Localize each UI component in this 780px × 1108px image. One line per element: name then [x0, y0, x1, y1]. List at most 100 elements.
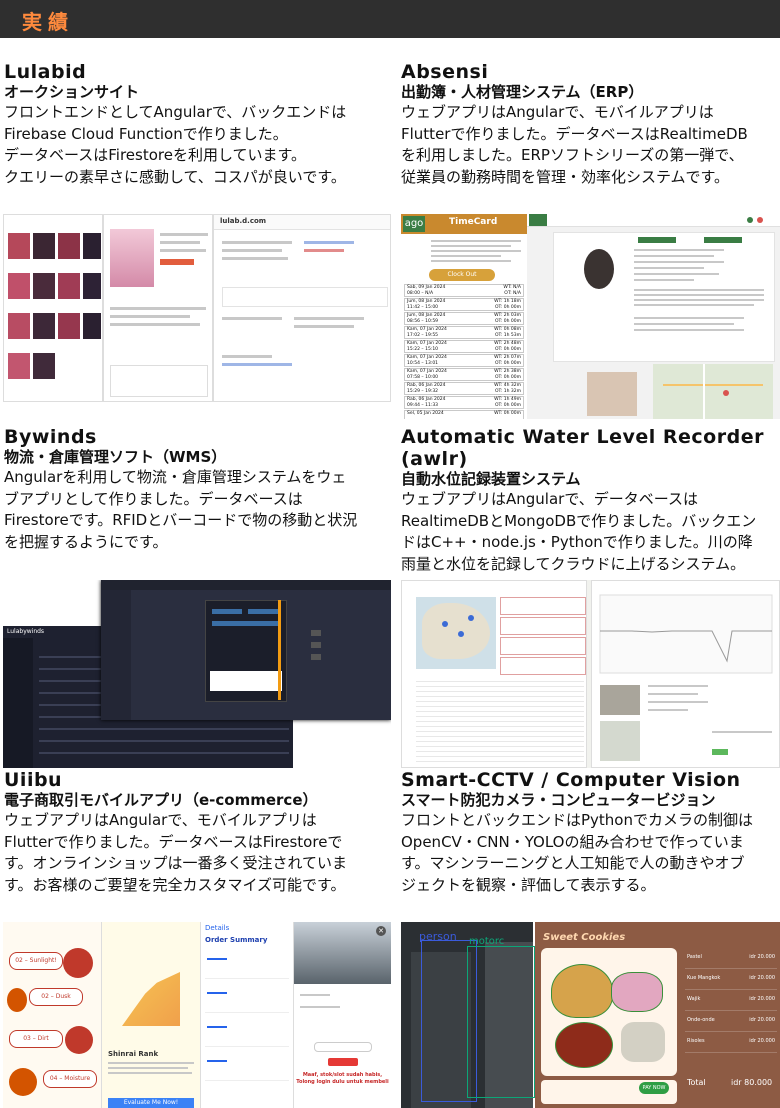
bywinds-screenshot: Lulabywinds [3, 580, 391, 768]
section-header: 実績 [0, 0, 780, 38]
project-name: Smart-CCTV / Computer Vision [401, 769, 741, 791]
cart-item-name: Risoles [687, 1038, 705, 1044]
awlr-chart-page [591, 580, 780, 768]
timecard-row[interactable]: Kam, 07 Jan 2024 10:54 – 13:01 WT: 2h 07m O… [404, 354, 524, 367]
cart-item-name: Pastel [687, 954, 702, 960]
project-description: フロントエンドとしてAngularで、バックエンドは Firebase Cloud… [4, 103, 347, 186]
project-card-awlr: Automatic Water Level Recorder (awlr) 自動… [401, 426, 780, 575]
out-of-stock-message: Maaf, stok/slot sudah habis, Tolong login… [296, 1072, 389, 1085]
project-card-bywinds: Bywinds 物流・倉庫管理ソフト（WMS） Angularを利用して物流・倉… [4, 426, 384, 553]
cctv-screenshot: person motorc Sweet Cookies Pastel idr 20… [401, 922, 780, 1108]
absensi-title: TimeCard [449, 217, 498, 227]
timecard-time: 11:42 – 15:00 [407, 305, 439, 310]
project-subtitle: 出勤簿・人材管理システム（ERP） [401, 83, 644, 101]
project-card-lulabid: Lulabid オークションサイト フロントエンドとしてAngularで、バック… [4, 61, 384, 188]
cart-item-price: idr 20.000 [749, 996, 775, 1002]
cart-item[interactable]: Onde-onde idr 20.000 [685, 1011, 777, 1032]
project-subtitle: 自動水位記録装置システム [401, 470, 581, 488]
lulabid-screenshot: lulab.d.com [3, 214, 391, 402]
rank-title: Shinrai Rank [108, 1050, 159, 1058]
timecard-row[interactable]: Sab, 09 Jan 2024 08:00 – N/A WT: N/A OT: N/… [404, 284, 524, 297]
bywinds-logo: Lulabywinds [7, 628, 45, 635]
cart-item[interactable]: Kue Mangkok idr 20.000 [685, 969, 777, 990]
person-label: person [419, 930, 457, 943]
uiibu-rank-page: Shinrai Rank Evaluate Me Now! [102, 922, 201, 1108]
plant-card-dirt[interactable]: 03 – Dirt [9, 1030, 63, 1048]
plant-card-moisture[interactable]: 04 – Moisture [43, 1070, 97, 1088]
timecard-ot: OT: N/A [504, 291, 521, 296]
timecard-time: 08:56 – 10:59 [407, 319, 439, 324]
total-value: idr 80.000 [731, 1078, 773, 1087]
timecard-list: Sab, 09 Jan 2024 08:00 – N/A WT: N/A OT: N/… [404, 284, 524, 419]
project-subtitle: スマート防犯カメラ・コンピュータービジョン [401, 791, 716, 809]
timecard-row[interactable]: Rab, 06 Jan 2024 09:44 – 11:33 WT: 1h 49m O… [404, 396, 524, 409]
pay-now-button[interactable]: PAY NOW [639, 1082, 669, 1094]
timecard-wt: WT: 0h 00m [494, 411, 521, 416]
project-subtitle: 物流・倉庫管理ソフト（WMS） [4, 448, 227, 466]
timecard-row[interactable]: Kam, 07 Jan 2024 17:02 – 19:55 WT: 0h 08m O… [404, 326, 524, 339]
uiibu-plant-cards: 02 – Sunlight! 02 – Dusk 03 – Dirt 04 – … [3, 922, 102, 1108]
lulabid-logo: lulab.d.com [220, 217, 267, 225]
project-subtitle: オークションサイト [4, 83, 140, 101]
timecard-row[interactable]: Jum, 08 Jan 2024 11:42 – 15:00 WT: 1h 18m O… [404, 298, 524, 311]
timecard-time: 07:58 – 10:00 [407, 375, 439, 380]
timecard-time: 09:44 – 11:33 [407, 403, 439, 408]
project-description: フロントとバックエンドはPythonでカメラの制御は OpenCV・CNN・YOL… [401, 811, 753, 894]
cookies-cart-list: Pastel idr 20.000 Kue Mangkok idr 20.000 Waj… [685, 948, 777, 1064]
plant-card-dusk[interactable]: 02 – Dusk [29, 988, 83, 1006]
project-description: ウェブアプリはAngularで、モバイルアプリは Flutterで作りました。デー… [401, 103, 748, 186]
cart-item[interactable]: Wajik idr 20.000 [685, 990, 777, 1011]
cart-item[interactable]: Risoles idr 20.000 [685, 1032, 777, 1053]
uiibu-order-page: Details Order Summary [201, 922, 294, 1108]
project-card-smart-cctv: Smart-CCTV / Computer Vision スマート防犯カメラ・コ… [401, 769, 780, 896]
absensi-logo: ago [403, 216, 425, 232]
uiibu-screenshot: 02 – Sunlight! 02 – Dusk 03 – Dirt 04 – … [3, 922, 391, 1108]
project-name: Bywinds [4, 426, 97, 448]
timecard-row[interactable]: Kam, 07 Jan 2024 15:22 – 15:10 WT: 2h 48m O… [404, 340, 524, 353]
cart-item-price: idr 20.000 [749, 1017, 775, 1023]
project-name: Automatic Water Level Recorder (awlr) [401, 426, 764, 470]
motorcycle-label: motorc [469, 936, 505, 947]
timecard-ot: OT: 0h 00m [495, 305, 521, 310]
timecard-row[interactable]: Jum, 08 Jan 2024 08:56 – 10:59 WT: 2h 03m O… [404, 312, 524, 325]
cart-item-name: Kue Mangkok [687, 975, 721, 981]
cart-item-price: idr 20.000 [749, 954, 775, 960]
total-label: Total [687, 1078, 706, 1087]
timecard-ot: OT: 0h 00m [495, 361, 521, 366]
section-title: 実績 [22, 10, 74, 34]
project-name: Uiibu [4, 769, 63, 791]
lulabid-item-page [103, 214, 213, 402]
timecard-time: 08:00 – N/A [407, 291, 434, 296]
awlr-screenshot [401, 580, 780, 768]
timecard-time: 15:29 – 19:32 [407, 389, 439, 394]
cart-item-price: idr 20.000 [749, 975, 775, 981]
timecard-row[interactable]: Kam, 07 Jan 2024 07:58 – 10:00 WT: 2h 38m O… [404, 368, 524, 381]
bywinds-dialog-page [101, 580, 391, 720]
cart-item-name: Wajik [687, 996, 701, 1002]
project-description: ウェブアプリはAngularで、モバイルアプリは Flutterで作りました。デー… [4, 811, 348, 894]
close-icon[interactable]: ✕ [376, 926, 386, 936]
absensi-screenshot: ago TimeCard Clock Out Sab, 09 Jan 2024 0… [401, 214, 780, 419]
evaluate-button[interactable]: Evaluate Me Now! [108, 1098, 194, 1108]
plant-card-sunlight[interactable]: 02 – Sunlight! [9, 952, 63, 970]
cart-item[interactable]: Pastel idr 20.000 [685, 948, 777, 969]
awlr-map-page [401, 580, 587, 768]
cookies-title: Sweet Cookies [543, 932, 626, 943]
absensi-web-app [527, 214, 780, 419]
timecard-time: 17:02 – 19:55 [407, 333, 439, 338]
lulabid-admin-page: lulab.d.com [213, 214, 391, 402]
timecard-row[interactable]: Sel, 05 Jan 2024 WT: 0h 00m [404, 410, 524, 419]
awlr-chart [599, 594, 773, 674]
uiibu-product-page: ✕ Maaf, stok/slot sudah habis, Tolong log… [294, 922, 391, 1108]
timecard-ot: OT: 0h 00m [495, 319, 521, 324]
project-name: Absensi [401, 61, 489, 83]
timecard-ot: OT: 0h 00m [495, 375, 521, 380]
sweet-cookies-app: Sweet Cookies Pastel idr 20.000 Kue Mangko… [535, 922, 780, 1108]
details-title: Details [205, 924, 230, 932]
timecard-ot: OT: 0h 00m [495, 403, 521, 408]
timecard-ot: OT: 1h 32m [495, 389, 521, 394]
timecard-row[interactable]: Rab, 06 Jan 2024 15:29 – 19:32 WT: 4h 32m O… [404, 382, 524, 395]
project-subtitle: 電子商取引モバイルアプリ（e-commerce） [4, 791, 318, 809]
project-description: ウェブアプリはAngularで、データベースは RealtimeDBとMongoD… [401, 490, 757, 573]
clock-out-button[interactable]: Clock Out [429, 269, 495, 281]
